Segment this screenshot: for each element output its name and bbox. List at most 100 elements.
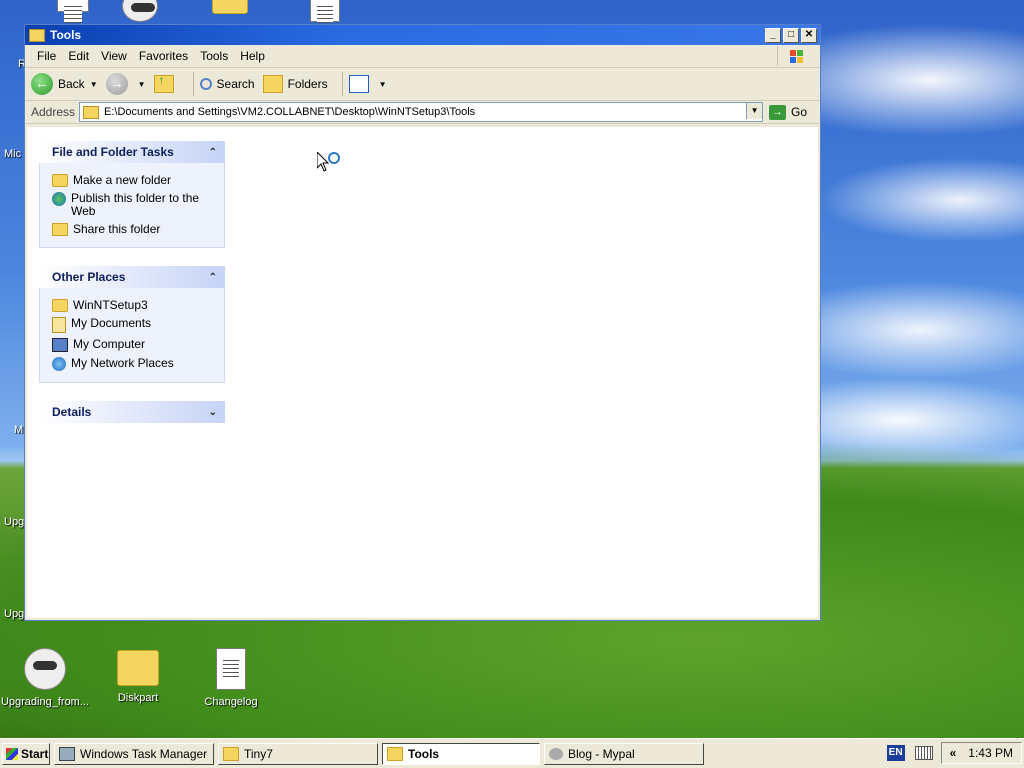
folder-icon: [223, 746, 239, 761]
desktop-edge-label: Upg: [4, 516, 25, 528]
menu-help[interactable]: Help: [234, 49, 271, 63]
menu-edit[interactable]: Edit: [62, 49, 95, 63]
folders-button[interactable]: Folders: [262, 75, 328, 93]
place-my-documents[interactable]: My Documents: [52, 317, 224, 333]
task-label: Publish this folder to the Web: [71, 191, 200, 218]
menu-file[interactable]: File: [31, 49, 62, 63]
start-button[interactable]: Start: [2, 742, 50, 765]
title-bar[interactable]: Tools _ □ ✕: [25, 25, 820, 45]
desktop-icon-diskpart[interactable]: Diskpart: [93, 650, 183, 704]
panel-body: Make a new folder Publish this folder to…: [39, 163, 225, 248]
taskbar-item-tools[interactable]: Tools: [382, 742, 540, 765]
new-folder-icon: [52, 174, 68, 187]
desktop-icon-label: Changelog: [204, 696, 258, 708]
desktop-edge-label: M: [14, 424, 24, 436]
chevron-down-icon[interactable]: ▼: [379, 80, 387, 89]
task-publish-folder[interactable]: Publish this folder to the Web: [52, 192, 224, 218]
task-label: Make a new folder: [73, 173, 172, 187]
my-documents-icon: [52, 317, 66, 333]
desktop-edge-label: Mic: [4, 148, 22, 160]
maximize-button[interactable]: □: [783, 28, 799, 43]
desktop-icon-changelog[interactable]: Changelog: [186, 648, 276, 708]
desktop-icon-upgrading[interactable]: Upgrading_from...: [0, 648, 90, 708]
views-button[interactable]: ▼: [348, 75, 387, 93]
desktop-icon-label: Diskpart: [117, 692, 159, 704]
details-panel: Details ⌄: [39, 401, 225, 423]
folder-icon: [29, 28, 45, 42]
chevron-down-icon[interactable]: ▼: [138, 80, 146, 89]
place-label: My Computer: [73, 337, 146, 351]
place-my-computer[interactable]: My Computer: [52, 338, 224, 352]
place-label: My Documents: [71, 316, 152, 330]
back-button[interactable]: ← Back ▼: [31, 73, 98, 95]
toolbar-separator: [192, 72, 194, 96]
up-folder-button[interactable]: ↑: [153, 73, 179, 93]
language-indicator[interactable]: EN: [886, 745, 905, 761]
taskbar-item-label: Tools: [408, 746, 440, 761]
explorer-window: Tools _ □ ✕ File Edit View Favorites Too…: [24, 24, 821, 621]
address-path: E:\Documents and Settings\VM2.COLLABNET\…: [104, 106, 476, 118]
taskbar-item-blog-mypal[interactable]: Blog - Mypal: [544, 742, 704, 765]
publish-web-icon: [52, 192, 66, 206]
other-places-panel: Other Places ⌃ WinNTSetup3 My Documents …: [39, 266, 225, 383]
go-button[interactable]: → Go: [769, 104, 808, 120]
place-my-network-places[interactable]: My Network Places: [52, 357, 224, 371]
taskbar-item-task-manager[interactable]: Windows Task Manager: [54, 742, 214, 765]
toolbar-separator: [341, 72, 343, 96]
expand-chevron-icon[interactable]: ⌄: [209, 407, 217, 418]
panel-title: File and Folder Tasks: [52, 145, 174, 159]
minimize-button[interactable]: _: [765, 28, 781, 43]
panel-header[interactable]: File and Folder Tasks ⌃: [39, 141, 225, 163]
panel-title: Other Places: [52, 270, 126, 284]
task-manager-icon: [59, 746, 75, 761]
folders-label: Folders: [287, 77, 328, 91]
desktop-icon-folder-partial[interactable]: [185, 0, 275, 20]
notepad-icon: [216, 648, 246, 690]
place-winntsetup3[interactable]: WinNTSetup3: [52, 299, 224, 312]
notification-area: « 1:43 PM: [940, 742, 1022, 764]
menu-view[interactable]: View: [95, 49, 133, 63]
back-arrow-icon: ←: [31, 73, 53, 95]
task-share-folder[interactable]: Share this folder: [52, 223, 224, 236]
standard-toolbar: ← Back ▼ → ▼ ↑ Search Folders ▼: [25, 68, 820, 101]
forward-button[interactable]: → ▼: [105, 73, 146, 95]
panel-header[interactable]: Other Places ⌃: [39, 266, 225, 288]
address-dropdown-button[interactable]: ▼: [746, 103, 763, 119]
close-button[interactable]: ✕: [801, 28, 817, 43]
collapse-chevron-icon[interactable]: ⌃: [209, 272, 217, 283]
clock[interactable]: 1:43 PM: [968, 746, 1013, 760]
taskbar-item-label: Tiny7: [244, 746, 273, 761]
taskbar-item-tiny7[interactable]: Tiny7: [218, 742, 378, 765]
panel-header[interactable]: Details ⌄: [39, 401, 225, 423]
folder-icon: [387, 746, 403, 761]
file-folder-tasks-panel: File and Folder Tasks ⌃ Make a new folde…: [39, 141, 225, 248]
folder-icon: [117, 650, 159, 686]
chevron-down-icon[interactable]: ▼: [90, 80, 98, 89]
go-label: Go: [791, 105, 808, 119]
desktop-edge-label: Upg: [4, 608, 25, 620]
collapse-chevron-icon[interactable]: ⌃: [209, 147, 217, 158]
keyboard-icon[interactable]: [914, 746, 933, 760]
start-label: Start: [21, 746, 49, 761]
show-hidden-icons-button[interactable]: «: [950, 746, 957, 760]
search-button[interactable]: Search: [199, 77, 255, 91]
place-label: My Network Places: [71, 356, 174, 370]
share-folder-icon: [52, 223, 68, 236]
address-label: Address: [31, 105, 76, 119]
taskbar: Start Windows Task Manager Tiny7 Tools B…: [0, 738, 1024, 768]
folders-icon: [262, 75, 283, 93]
address-input[interactable]: E:\Documents and Settings\VM2.COLLABNET\…: [79, 102, 764, 122]
folder-icon: [52, 299, 68, 312]
windows-logo-icon: [6, 747, 18, 760]
window-title: Tools: [50, 28, 82, 42]
windows-logo-icon: [777, 46, 814, 66]
search-icon: [199, 78, 212, 90]
taskbar-item-label: Windows Task Manager: [80, 746, 208, 761]
panel-body: WinNTSetup3 My Documents My Computer My …: [39, 288, 225, 383]
task-make-new-folder[interactable]: Make a new folder: [52, 174, 224, 187]
folder-content-area[interactable]: File and Folder Tasks ⌃ Make a new folde…: [27, 127, 818, 618]
go-arrow-icon: →: [769, 104, 787, 120]
menu-favorites[interactable]: Favorites: [133, 49, 194, 63]
menu-tools[interactable]: Tools: [194, 49, 234, 63]
taskbar-item-label: Blog - Mypal: [568, 746, 635, 761]
